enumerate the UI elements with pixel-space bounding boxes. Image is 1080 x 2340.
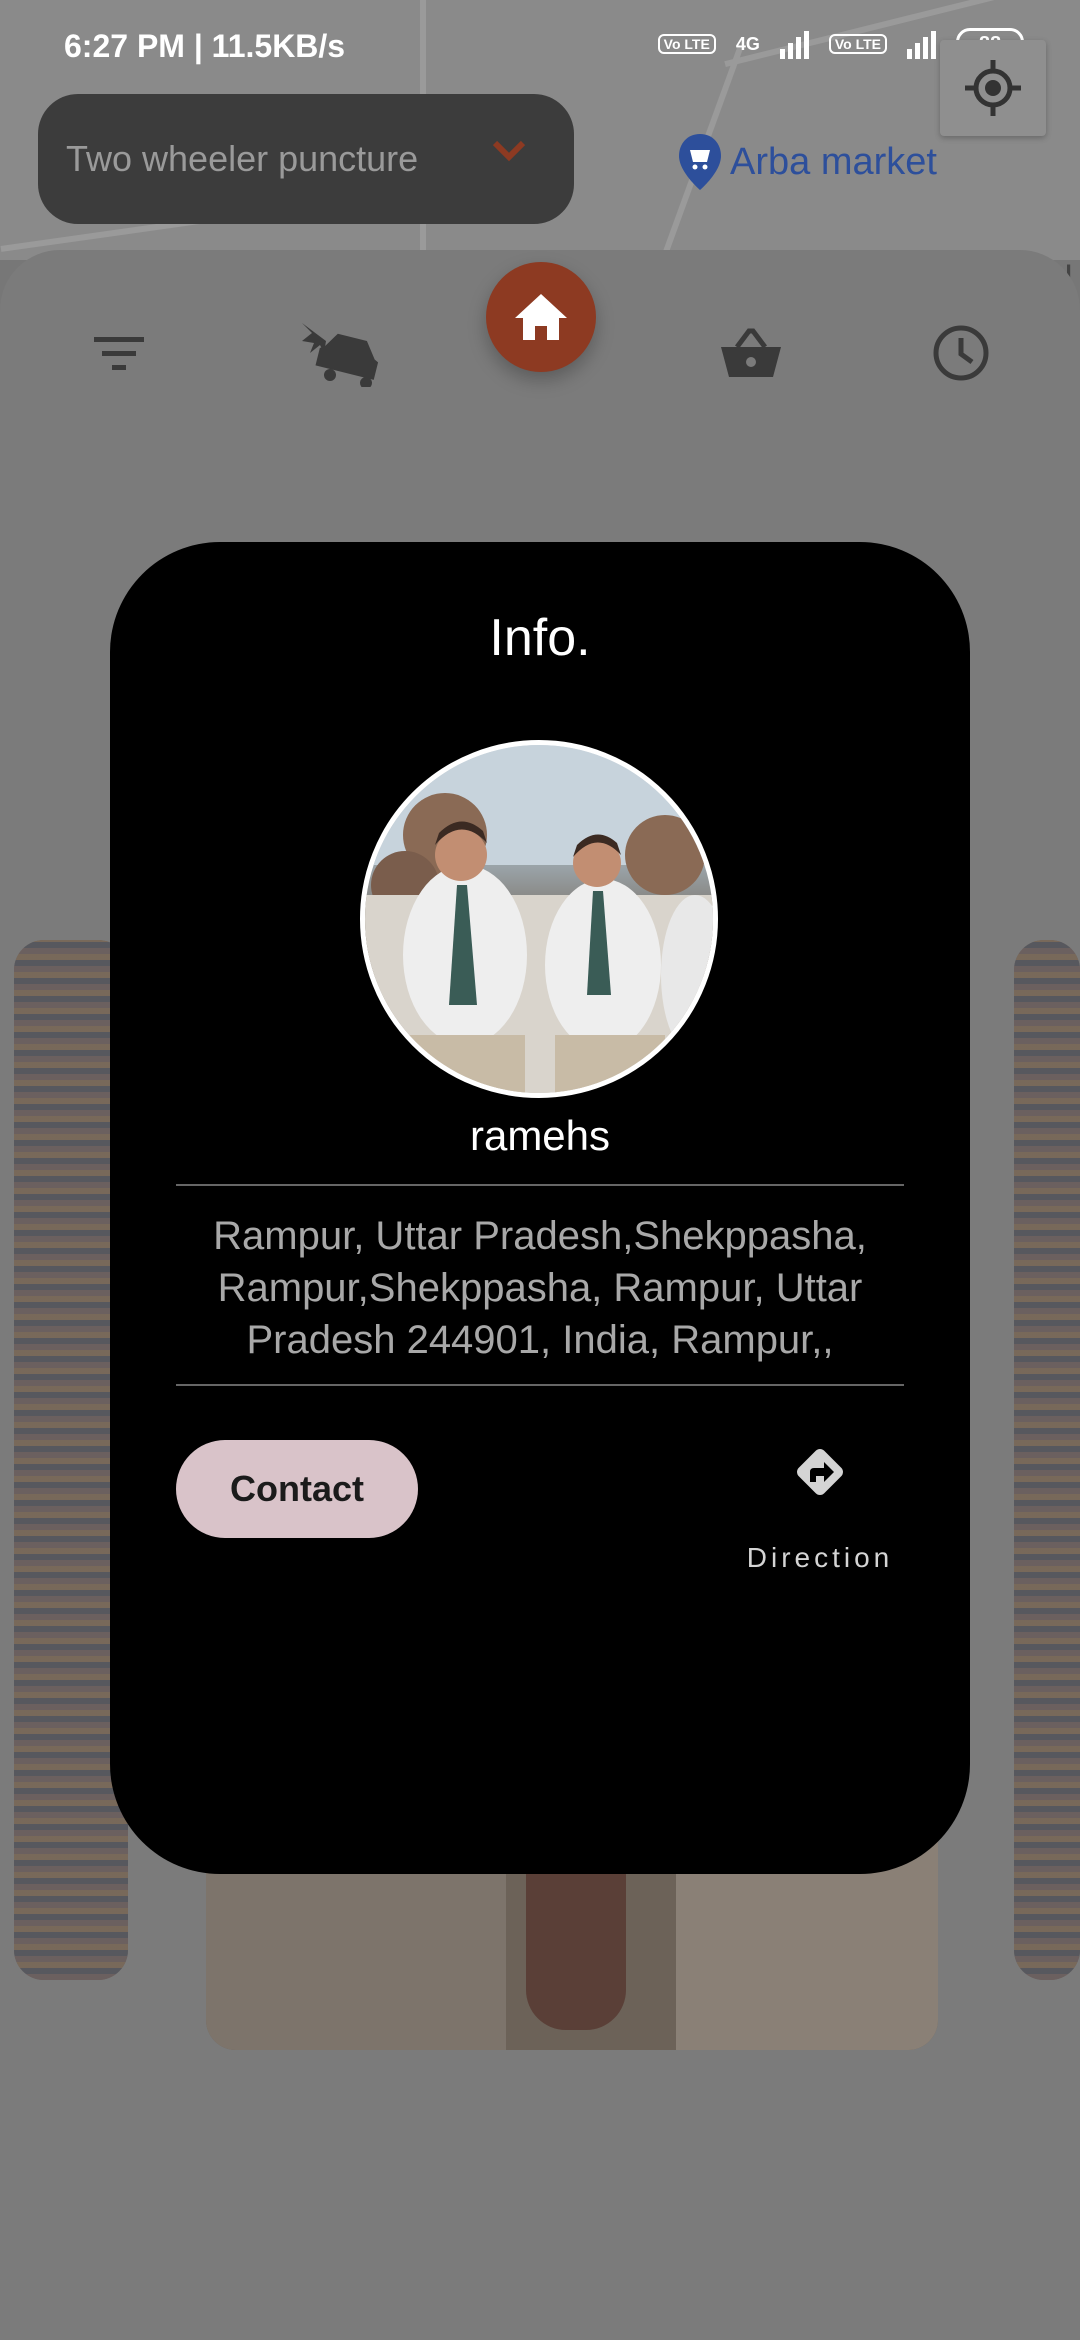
directions-icon[interactable] bbox=[790, 1442, 850, 1502]
home-icon bbox=[515, 294, 567, 340]
divider-bottom bbox=[176, 1384, 904, 1386]
direction-label[interactable]: Direction bbox=[730, 1542, 910, 1574]
service-dropdown[interactable]: Two wheeler puncture bbox=[38, 94, 574, 224]
volte-badge-2: Vo LTE bbox=[828, 34, 887, 54]
info-dialog: Info. ramehs Rampur, Uttar Pradesh,Shekp… bbox=[110, 542, 970, 1874]
car-crash-icon bbox=[302, 323, 379, 387]
clock-icon bbox=[933, 325, 989, 381]
map-place-marker[interactable]: Arba market bbox=[676, 132, 937, 192]
map-pin-icon bbox=[679, 134, 721, 190]
nav-basket[interactable] bbox=[716, 318, 786, 388]
signal-icon bbox=[779, 29, 809, 59]
network-type: 4G bbox=[735, 33, 760, 54]
filter-icon bbox=[94, 337, 144, 370]
contact-button[interactable]: Contact bbox=[176, 1440, 418, 1538]
signal-icon-2 bbox=[907, 29, 936, 59]
nav-car-crash[interactable] bbox=[296, 318, 386, 388]
provider-name: ramehs bbox=[469, 1112, 611, 1159]
status-bar: 6:27 PM | 11.5KB/s Vo LTE 4G Vo LTE 88 bbox=[0, 0, 1080, 96]
chevron-down-icon bbox=[492, 140, 526, 162]
dialog-title: Info. bbox=[489, 609, 591, 667]
crosshair-icon bbox=[965, 60, 1021, 116]
nav-history[interactable] bbox=[926, 318, 996, 388]
avatar bbox=[360, 740, 718, 1098]
side-card-right[interactable] bbox=[1014, 940, 1080, 1980]
volte-badge: Vo LTE bbox=[657, 34, 716, 54]
service-dropdown-value: Two wheeler puncture bbox=[66, 138, 419, 179]
provider-address: Rampur, Uttar Pradesh,Shekppasha, Rampur… bbox=[213, 1214, 867, 1362]
map-place-label: Arba market bbox=[730, 140, 937, 183]
nav-filter[interactable] bbox=[84, 318, 154, 388]
basket-icon bbox=[721, 328, 781, 377]
my-location-button[interactable] bbox=[940, 40, 1046, 136]
status-time: 6:27 PM | 11.5KB/s bbox=[64, 28, 346, 64]
divider-top bbox=[176, 1184, 904, 1186]
nav-home-button[interactable] bbox=[486, 262, 596, 372]
